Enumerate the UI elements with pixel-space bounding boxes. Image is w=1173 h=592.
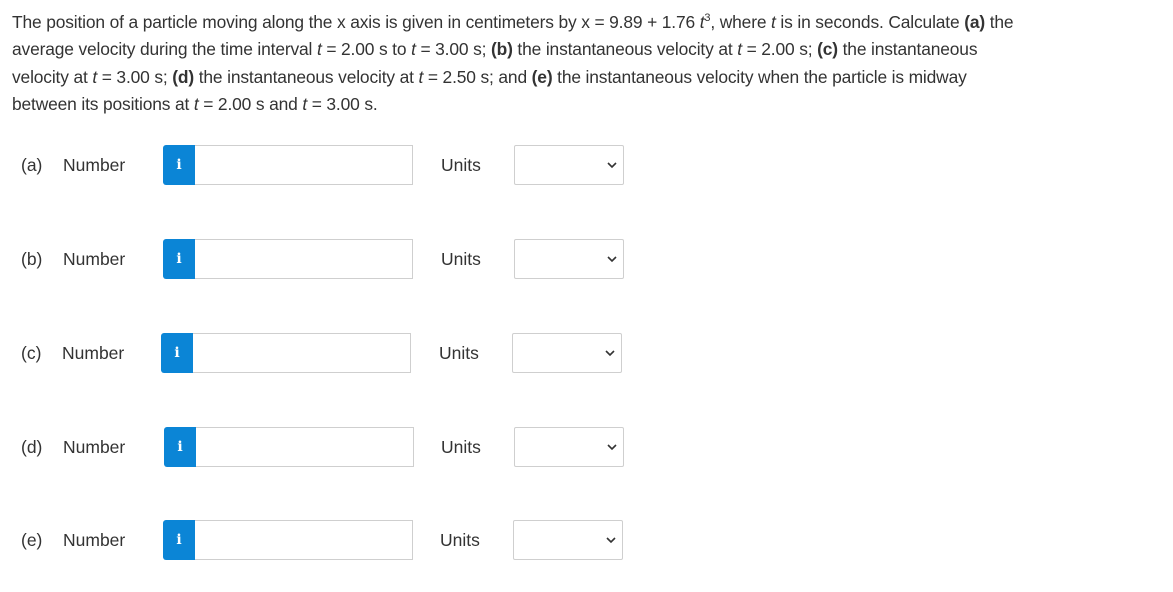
question-line-1: The position of a particle moving along … [12, 12, 1014, 32]
answer-row-d: (d) Number i Units [0, 427, 700, 469]
number-input-b[interactable] [195, 239, 413, 279]
units-label: Units [441, 155, 481, 175]
chevron-down-icon [606, 537, 616, 544]
units-select-b[interactable] [514, 239, 624, 279]
info-icon[interactable]: i [163, 239, 195, 279]
question-line-3: velocity at t = 3.00 s; (d) the instanta… [12, 66, 967, 87]
number-input-a[interactable] [195, 145, 413, 185]
question-line-2: average velocity during the time interva… [12, 39, 978, 60]
chevron-down-icon [605, 350, 615, 357]
info-icon[interactable]: i [163, 520, 195, 560]
units-label: Units [440, 530, 480, 550]
answer-row-a: (a) Number i Units [0, 145, 700, 187]
chevron-down-icon [607, 256, 617, 263]
part-label: (e) Number [21, 530, 126, 550]
info-icon[interactable]: i [163, 145, 195, 185]
chevron-down-icon [607, 162, 617, 169]
info-icon[interactable]: i [164, 427, 196, 467]
units-label: Units [441, 437, 481, 457]
question-line-4: between its positions at t = 2.00 s and … [12, 93, 378, 114]
part-label: (d) Number [21, 437, 126, 457]
number-input-d[interactable] [196, 427, 414, 467]
units-label: Units [439, 343, 479, 363]
units-select-a[interactable] [514, 145, 624, 185]
number-input-c[interactable] [193, 333, 411, 373]
part-label: (a) Number [21, 155, 126, 175]
number-input-e[interactable] [195, 520, 413, 560]
question-text: The position of a particle moving along … [12, 9, 1162, 118]
answer-row-b: (b) Number i Units [0, 239, 700, 281]
answer-row-c: (c) Number i Units [0, 333, 700, 375]
part-label: (b) Number [21, 249, 126, 269]
units-select-c[interactable] [512, 333, 622, 373]
units-label: Units [441, 249, 481, 269]
chevron-down-icon [607, 444, 617, 451]
info-icon[interactable]: i [161, 333, 193, 373]
part-label: (c) Number [21, 343, 125, 363]
units-select-d[interactable] [514, 427, 624, 467]
units-select-e[interactable] [513, 520, 623, 560]
answer-row-e: (e) Number i Units [0, 520, 700, 562]
